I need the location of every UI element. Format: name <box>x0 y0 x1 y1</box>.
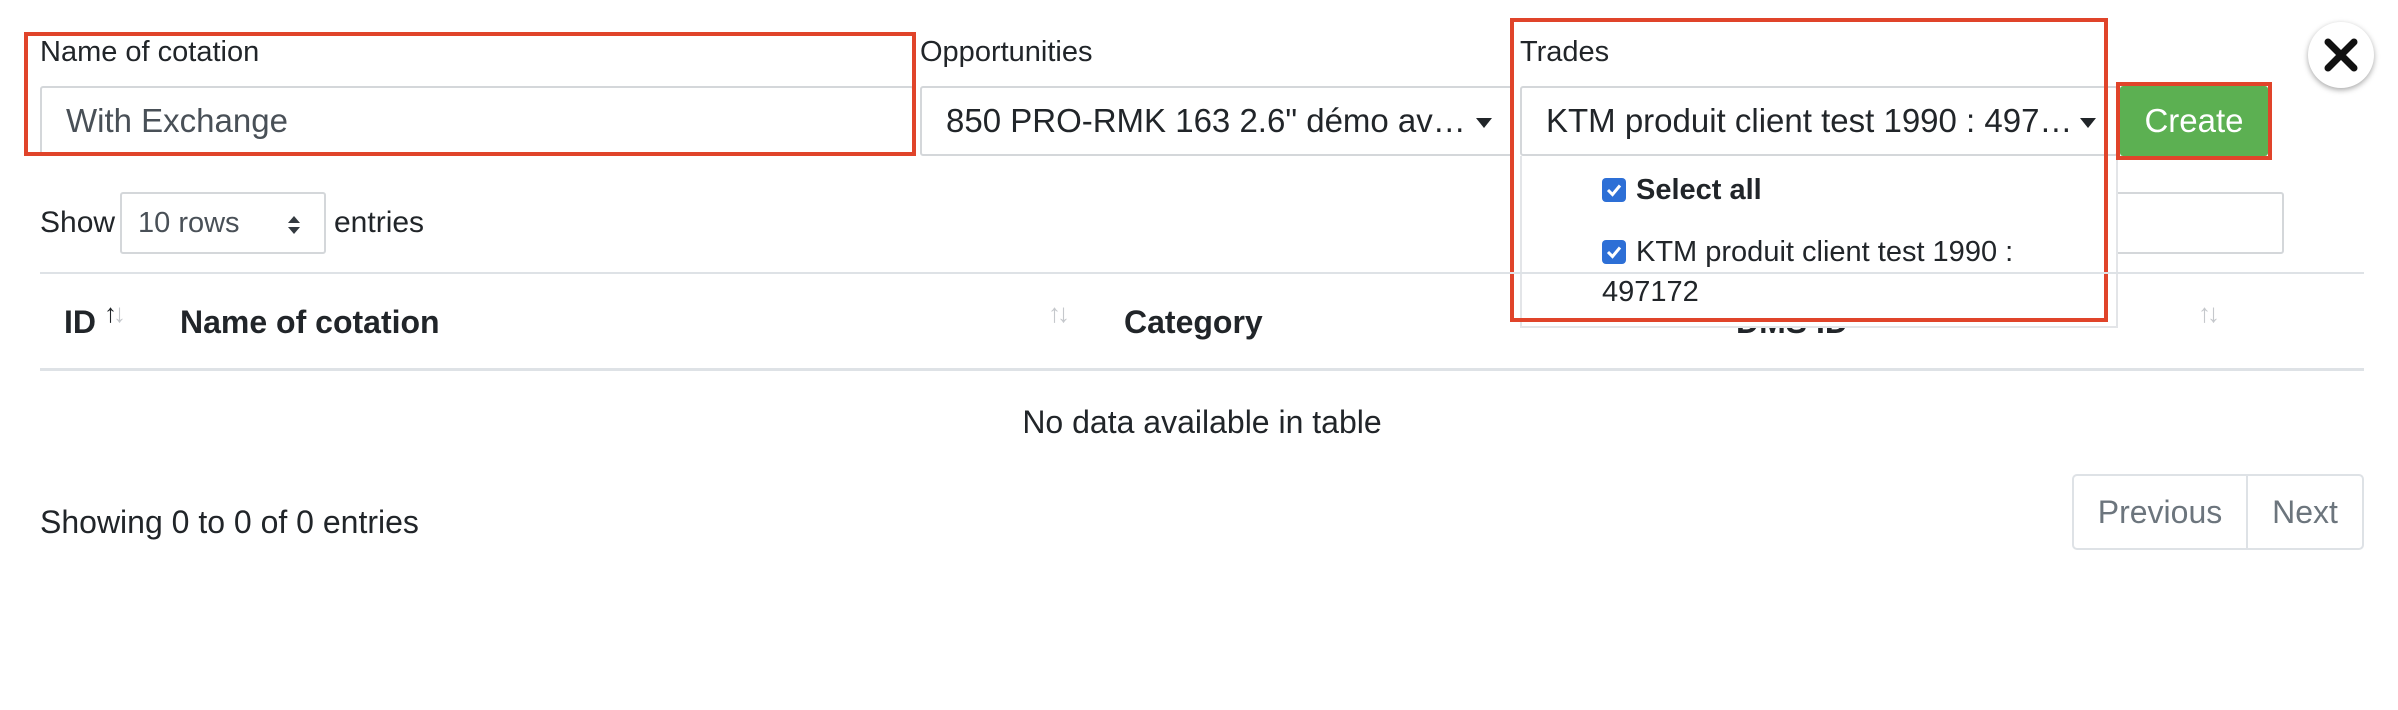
close-icon <box>2324 38 2358 72</box>
create-highlight <box>2116 82 2272 160</box>
sort-icon: ↑↓ <box>2198 298 2220 328</box>
rows-per-page-select[interactable]: 10 rows <box>120 192 326 254</box>
column-header-category[interactable]: Category <box>1124 304 1263 341</box>
column-header-name-of-cotation[interactable]: Name of cotation <box>180 304 440 341</box>
opportunities-value: 850 PRO-RMK 163 2.6" démo av… <box>946 102 1466 139</box>
table-top-border <box>40 272 2364 274</box>
empty-table-message: No data available in table <box>1022 404 1382 440</box>
caret-down-icon <box>1476 118 1492 128</box>
table-info: Showing 0 to 0 of 0 entries <box>40 504 419 540</box>
name-of-cotation-highlight <box>24 32 916 156</box>
sort-icon: ↑↓ <box>1048 298 1070 328</box>
opportunities-select[interactable]: 850 PRO-RMK 163 2.6" démo av… <box>920 86 1514 156</box>
opportunities-label: Opportunities <box>920 36 1093 68</box>
sort-ascending-icon: ↑↓ <box>104 298 126 328</box>
close-button[interactable] <box>2308 22 2374 88</box>
show-label: Show <box>40 206 116 239</box>
previous-button[interactable]: Previous <box>2072 474 2248 550</box>
entries-label: entries <box>334 206 425 239</box>
next-button[interactable]: Next <box>2246 474 2364 550</box>
table-header-border <box>40 368 2364 371</box>
column-header-id[interactable]: ID <box>64 304 96 341</box>
rows-per-page-value: 10 rows <box>138 206 240 239</box>
trades-highlight <box>1510 18 2108 322</box>
sort-updown-icon <box>288 216 300 234</box>
